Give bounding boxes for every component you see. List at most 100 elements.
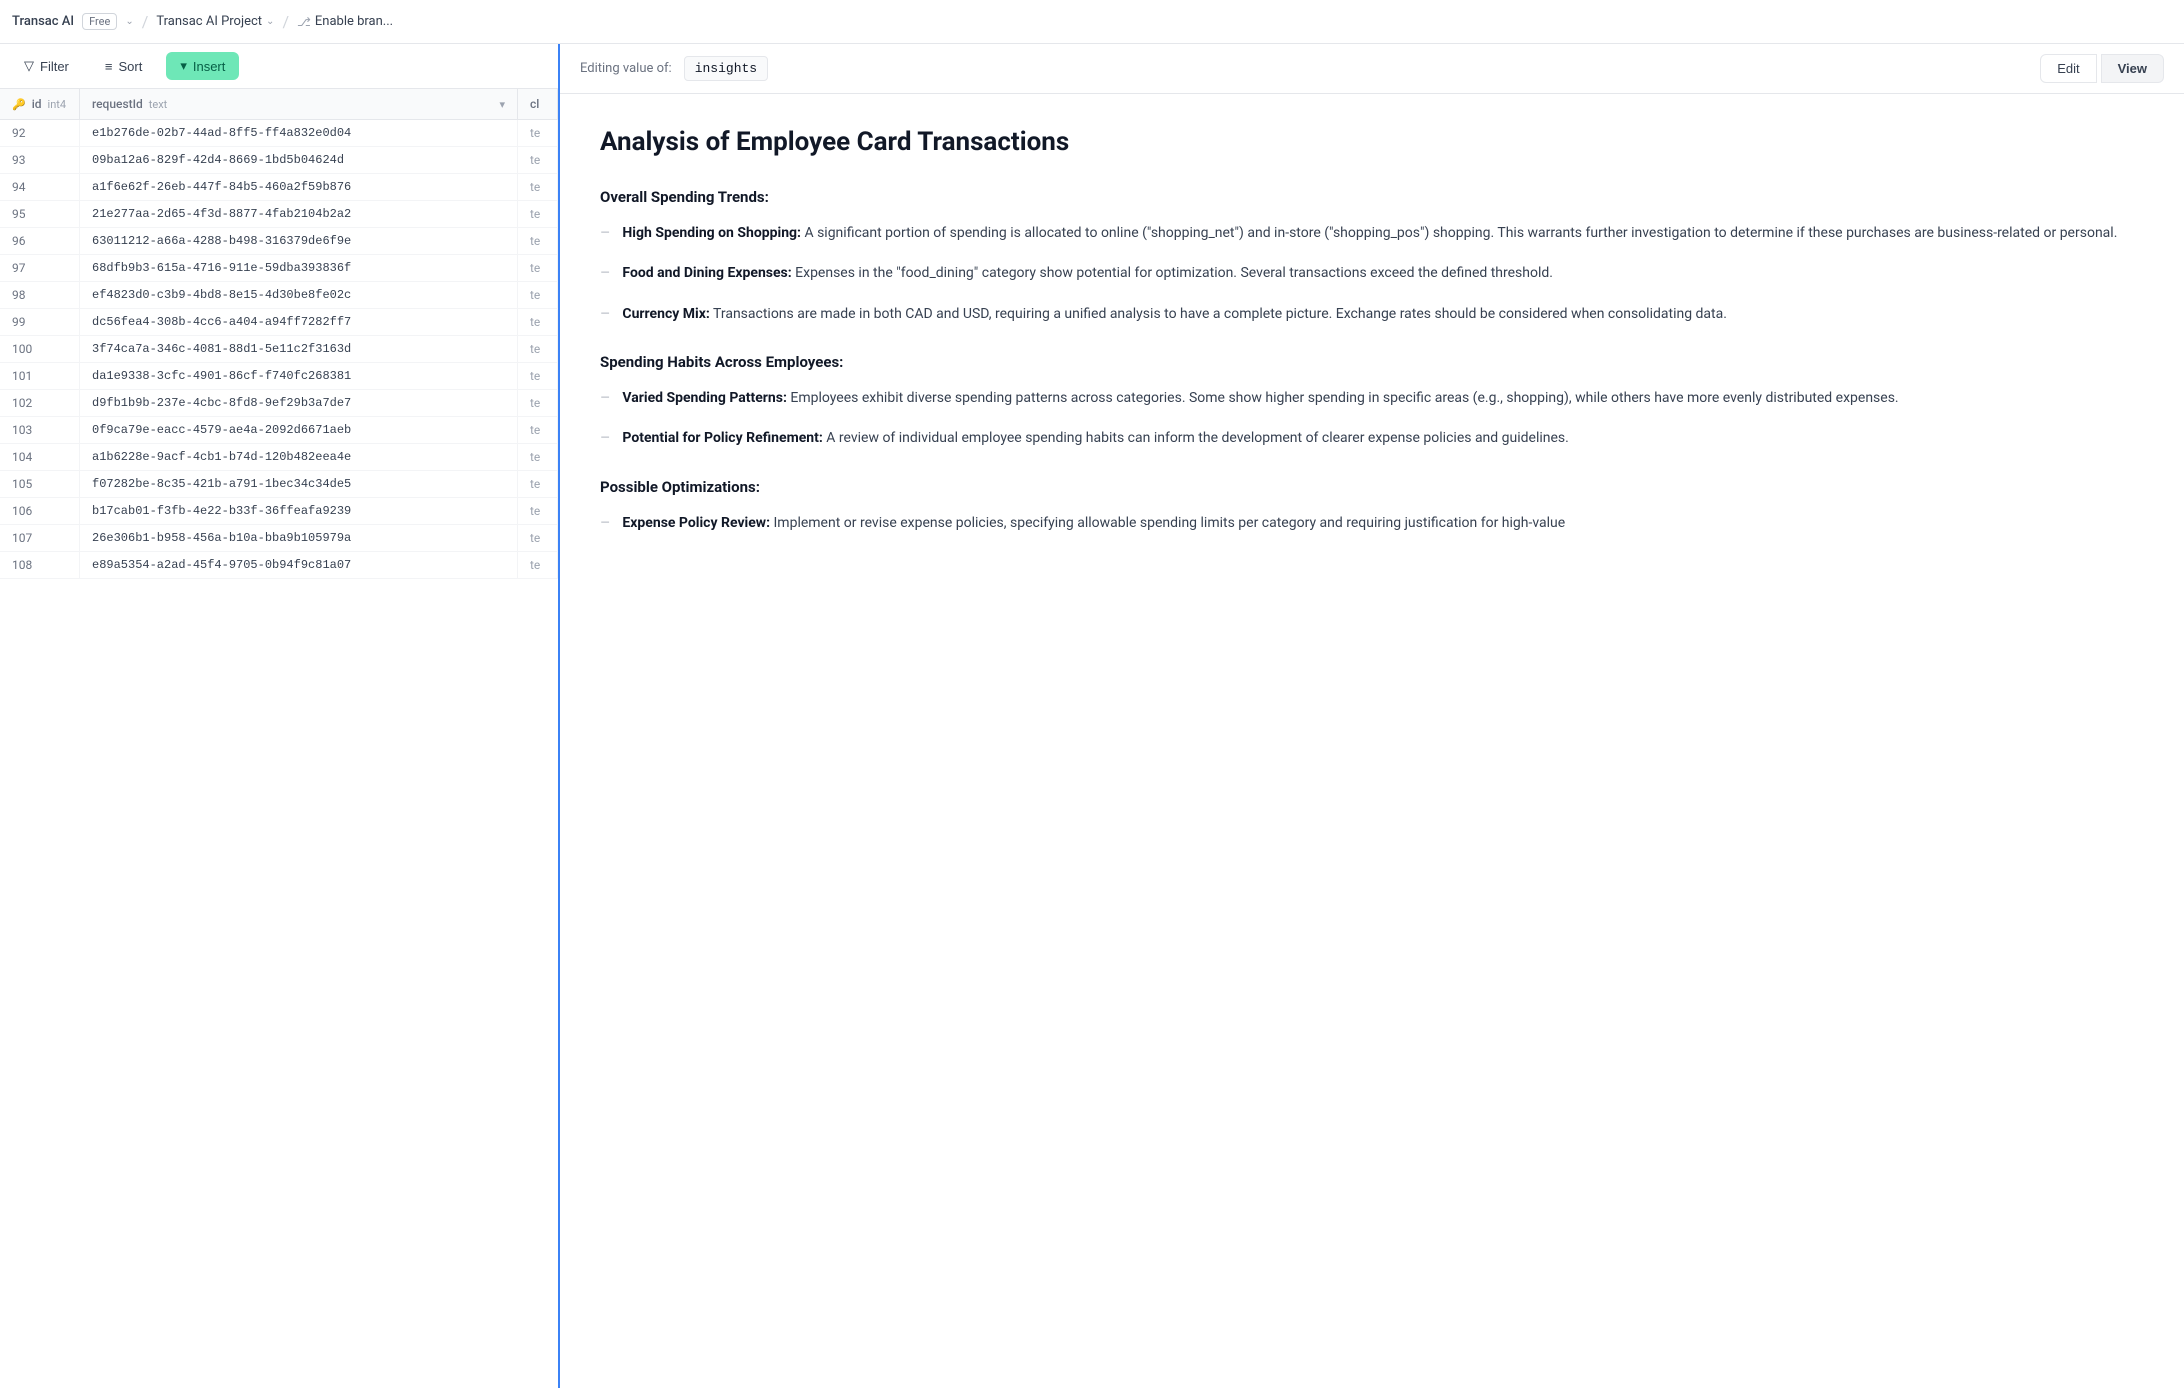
table-row[interactable]: 9768dfb9b3-615a-4716-911e-59dba393836fte [0,255,558,282]
cell-uuid: 68dfb9b3-615a-4716-911e-59dba393836f [80,255,518,281]
section-overall-spending: Overall Spending Trends: – High Spending… [600,188,2144,325]
section-spending-habits: Spending Habits Across Employees: – Vari… [600,353,2144,450]
bullet-text: High Spending on Shopping: A significant… [622,222,2117,244]
bullet-dash: – [600,263,610,282]
bullet-bold: Food and Dining Expenses: [622,265,791,281]
table-row[interactable]: 108e89a5354-a2ad-45f4-9705-0b94f9c81a07t… [0,552,558,579]
cell-extra: te [518,147,558,173]
sort-button[interactable]: ≡ Sort [93,53,154,80]
list-item: – High Spending on Shopping: A significa… [600,222,2144,244]
filter-button[interactable]: ▽ Filter [12,52,81,80]
cell-uuid: dc56fea4-308b-4cc6-a404-a94ff7282ff7 [80,309,518,335]
bullet-bold: Varied Spending Patterns: [622,390,786,406]
table-row[interactable]: 9309ba12a6-829f-42d4-8669-1bd5b04624dte [0,147,558,174]
key-icon: 🔑 [12,98,26,111]
cell-id: 92 [0,120,80,146]
table-row[interactable]: 99dc56fea4-308b-4cc6-a404-a94ff7282ff7te [0,309,558,336]
cell-uuid: f07282be-8c35-421b-a791-1bec34c34de5 [80,471,518,497]
cell-id: 105 [0,471,80,497]
cell-id: 107 [0,525,80,551]
cell-uuid: d9fb1b9b-237e-4cbc-8fd8-9ef29b3a7de7 [80,390,518,416]
branch-icon: ⎇ [297,15,311,29]
table-row[interactable]: 9663011212-a66a-4288-b498-316379de6f9ete [0,228,558,255]
insert-chevron-icon: ▾ [180,58,187,74]
col-request-id-type: text [149,98,168,111]
insert-button[interactable]: ▾ Insert [166,52,239,80]
editor-header: Editing value of: insights Edit View [560,44,2184,94]
bullet-text: Expense Policy Review: Implement or revi… [622,512,1565,534]
bullet-dash: – [600,223,610,242]
bullet-list-habits: – Varied Spending Patterns: Employees ex… [600,387,2144,450]
project-chevron-icon: ⌄ [266,16,274,27]
table-row[interactable]: 104a1b6228e-9acf-4cb1-b74d-120b482eea4et… [0,444,558,471]
view-button[interactable]: View [2101,54,2164,83]
table-row[interactable]: 101da1e9338-3cfc-4901-86cf-f740fc268381t… [0,363,558,390]
filter-icon: ▽ [24,58,34,74]
cell-extra: te [518,255,558,281]
col-request-id-label: requestId [92,97,143,111]
table-row[interactable]: 1003f74ca7a-346c-4081-88d1-5e11c2f3163dt… [0,336,558,363]
edit-button[interactable]: Edit [2040,54,2096,83]
table-row[interactable]: 94a1f6e62f-26eb-447f-84b5-460a2f59b876te [0,174,558,201]
cell-extra: te [518,525,558,551]
bullet-list-overall: – High Spending on Shopping: A significa… [600,222,2144,325]
cell-extra: te [518,201,558,227]
bullet-bold: High Spending on Shopping: [622,225,801,241]
bullet-text: Currency Mix: Transactions are made in b… [622,303,1727,325]
cell-uuid: a1b6228e-9acf-4cb1-b74d-120b482eea4e [80,444,518,470]
sort-icon: ≡ [105,59,113,74]
nav-separator-2: / [282,12,289,31]
cell-extra: te [518,552,558,578]
column-header-id[interactable]: 🔑 id int4 [0,89,80,119]
cell-id: 108 [0,552,80,578]
editor-actions: Edit View [2040,54,2164,83]
table-row[interactable]: 9521e277aa-2d65-4f3d-8877-4fab2104b2a2te [0,201,558,228]
cell-id: 98 [0,282,80,308]
cell-id: 106 [0,498,80,524]
table-row[interactable]: 98ef4823d0-c3b9-4bd8-8e15-4d30be8fe02cte [0,282,558,309]
list-item: – Varied Spending Patterns: Employees ex… [600,387,2144,409]
editing-value: insights [684,56,768,81]
cell-id: 102 [0,390,80,416]
editing-label: Editing value of: [580,61,672,76]
cell-extra: te [518,120,558,146]
table-row[interactable]: 105f07282be-8c35-421b-a791-1bec34c34de5t… [0,471,558,498]
bullet-dash: – [600,428,610,447]
table-row[interactable]: 106b17cab01-f3fb-4e22-b33f-36ffeafa9239t… [0,498,558,525]
cell-uuid: 21e277aa-2d65-4f3d-8877-4fab2104b2a2 [80,201,518,227]
table-row[interactable]: 102d9fb1b9b-237e-4cbc-8fd8-9ef29b3a7de7t… [0,390,558,417]
list-item: – Food and Dining Expenses: Expenses in … [600,262,2144,284]
main-layout: ▽ Filter ≡ Sort ▾ Insert 🔑 id int4 reque… [0,44,2184,1388]
cell-uuid: e89a5354-a2ad-45f4-9705-0b94f9c81a07 [80,552,518,578]
cell-extra: te [518,471,558,497]
section-heading-optimizations: Possible Optimizations: [600,478,2144,496]
cell-id: 95 [0,201,80,227]
column-header-extra[interactable]: cl [518,89,558,119]
brand-chevron-icon: ⌄ [125,16,133,27]
plan-badge: Free [82,13,117,30]
data-table-panel: ▽ Filter ≡ Sort ▾ Insert 🔑 id int4 reque… [0,44,560,1388]
cell-extra: te [518,336,558,362]
content-title: Analysis of Employee Card Transactions [600,126,2144,160]
table-row[interactable]: 92e1b276de-02b7-44ad-8ff5-ff4a832e0d04te [0,120,558,147]
table-row[interactable]: 10726e306b1-b958-456a-b10a-bba9b105979at… [0,525,558,552]
column-header-request-id[interactable]: requestId text ▾ [80,89,518,119]
cell-uuid: a1f6e62f-26eb-447f-84b5-460a2f59b876 [80,174,518,200]
editor-content: Analysis of Employee Card Transactions O… [560,94,2184,1388]
project-name[interactable]: Transac AI Project ⌄ [156,14,274,29]
cell-extra: te [518,282,558,308]
table-row[interactable]: 1030f9ca79e-eacc-4579-ae4a-2092d6671aebt… [0,417,558,444]
toolbar: ▽ Filter ≡ Sort ▾ Insert [0,44,558,89]
cell-id: 97 [0,255,80,281]
branch-selector[interactable]: ⎇ Enable bran... [297,14,393,29]
section-heading-overall: Overall Spending Trends: [600,188,2144,206]
bullet-bold: Currency Mix: [622,306,709,322]
cell-uuid: b17cab01-f3fb-4e22-b33f-36ffeafa9239 [80,498,518,524]
cell-extra: te [518,417,558,443]
cell-uuid: 26e306b1-b958-456a-b10a-bba9b105979a [80,525,518,551]
cell-extra: te [518,363,558,389]
cell-uuid: ef4823d0-c3b9-4bd8-8e15-4d30be8fe02c [80,282,518,308]
list-item: – Currency Mix: Transactions are made in… [600,303,2144,325]
cell-uuid: da1e9338-3cfc-4901-86cf-f740fc268381 [80,363,518,389]
list-item: – Potential for Policy Refinement: A rev… [600,427,2144,449]
